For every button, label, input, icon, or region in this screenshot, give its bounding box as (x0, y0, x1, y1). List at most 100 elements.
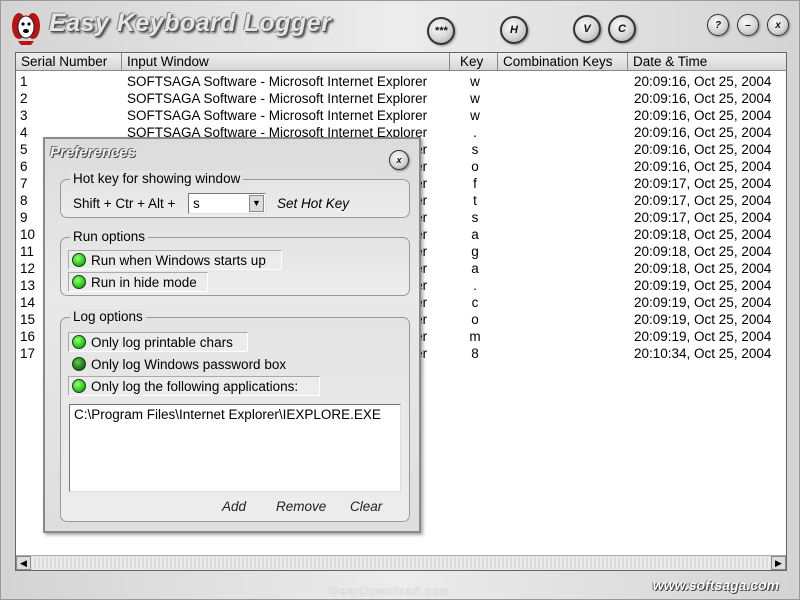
help-button[interactable]: ? (707, 14, 729, 36)
prefs-close-button[interactable]: x (389, 150, 409, 170)
run-on-startup-toggle[interactable]: Run when Windows starts up (68, 250, 282, 270)
led-on-icon (72, 379, 86, 393)
col-serial-number[interactable]: Serial Number (16, 53, 122, 71)
row-combination-keys (504, 311, 632, 328)
footer-url[interactable]: www.softsaga.com (653, 577, 779, 593)
row-serial: 3 (20, 108, 28, 123)
run-hide-mode-label: Run in hide mode (91, 274, 197, 290)
app-title: Easy Keyboard Logger (49, 9, 332, 37)
hotkey-group: Hot key for showing window Shift + Ctr +… (60, 171, 410, 218)
led-on-icon (72, 275, 86, 289)
log-options-title: Log options (70, 309, 146, 325)
scroll-right-icon[interactable]: ▶ (771, 556, 786, 570)
row-date-time: 20:09:16, Oct 25, 2004 (634, 108, 772, 123)
list-item[interactable]: C:\Program Files\Internet Explorer\IEXPL… (74, 407, 396, 422)
row-date-time: 20:09:18, Oct 25, 2004 (634, 244, 772, 259)
run-options-group: Run options Run when Windows starts up R… (60, 229, 410, 296)
row-combination-keys (504, 90, 632, 107)
row-key: w (470, 74, 480, 89)
minimize-button[interactable]: – (737, 14, 759, 36)
row-serial: 2 (20, 91, 28, 106)
row-combination-keys (504, 141, 632, 158)
stars-button[interactable]: *** (427, 17, 455, 45)
row-date-time: 20:09:16, Oct 25, 2004 (634, 159, 772, 174)
row-key: s (471, 142, 479, 157)
led-dim-icon (72, 357, 86, 371)
row-combination-keys (504, 260, 632, 277)
log-password-label: Only log Windows password box (91, 356, 287, 372)
table-row[interactable]: 2 SOFTSAGA Software - Microsoft Internet … (16, 90, 786, 107)
row-date-time: 20:09:17, Oct 25, 2004 (634, 210, 772, 225)
set-hotkey-button[interactable]: Set Hot Key (277, 196, 349, 211)
log-apps-toggle[interactable]: Only log the following applications: (68, 376, 320, 396)
row-date-time: 20:09:16, Oct 25, 2004 (634, 74, 772, 89)
chevron-down-icon[interactable]: ▼ (249, 195, 264, 212)
row-combination-keys (504, 73, 632, 90)
row-serial: 1 (20, 74, 28, 89)
row-key: a (471, 261, 479, 276)
row-key: o (471, 312, 479, 327)
row-key: t (473, 193, 477, 208)
row-date-time: 20:09:19, Oct 25, 2004 (634, 312, 772, 327)
row-date-time: 20:09:18, Oct 25, 2004 (634, 227, 772, 242)
row-combination-keys (504, 209, 632, 226)
log-printable-toggle[interactable]: Only log printable chars (68, 332, 248, 352)
row-date-time: 20:09:19, Oct 25, 2004 (634, 329, 772, 344)
row-key: . (473, 125, 477, 140)
c-button[interactable]: C (608, 15, 636, 43)
applications-list[interactable]: C:\Program Files\Internet Explorer\IEXPL… (69, 404, 401, 492)
row-date-time: 20:09:19, Oct 25, 2004 (634, 295, 772, 310)
row-combination-keys (504, 175, 632, 192)
col-date-time[interactable]: Date & Time (628, 53, 786, 71)
row-combination-keys (504, 328, 632, 345)
row-combination-keys (504, 226, 632, 243)
close-button[interactable]: x (767, 14, 789, 36)
table-row[interactable]: 1 SOFTSAGA Software - Microsoft Internet … (16, 73, 786, 90)
row-key: f (473, 176, 477, 191)
row-key: 8 (471, 346, 479, 361)
row-input-window: SOFTSAGA Software - Microsoft Internet E… (127, 91, 428, 106)
hotkey-modifiers-label: Shift + Ctr + Alt + (73, 196, 176, 211)
hotkey-select[interactable]: s ▼ (188, 193, 266, 214)
row-combination-keys (504, 277, 632, 294)
row-input-window: SOFTSAGA Software - Microsoft Internet E… (127, 108, 428, 123)
horizontal-scrollbar[interactable]: ◀ ▶ (16, 555, 786, 570)
led-on-icon (72, 335, 86, 349)
row-key: o (471, 159, 479, 174)
row-input-window: SOFTSAGA Software - Microsoft Internet E… (127, 74, 428, 89)
run-hide-mode-toggle[interactable]: Run in hide mode (68, 272, 208, 292)
led-on-icon (72, 253, 86, 267)
scroll-track[interactable] (32, 558, 770, 568)
log-options-group: Log options Only log printable chars Onl… (60, 309, 410, 522)
col-input-window[interactable]: Input Window (122, 53, 450, 71)
row-combination-keys (504, 158, 632, 175)
preferences-title: Preferences (50, 144, 136, 161)
run-options-title: Run options (70, 229, 149, 245)
row-key: c (471, 295, 479, 310)
table-row[interactable]: 3 SOFTSAGA Software - Microsoft Internet … (16, 107, 786, 124)
h-button[interactable]: H (500, 16, 528, 44)
row-combination-keys (504, 345, 632, 362)
clear-button[interactable]: Clear (350, 499, 382, 514)
row-key: g (471, 244, 479, 259)
row-key: w (470, 91, 480, 106)
log-password-toggle[interactable]: Only log Windows password box (68, 354, 308, 374)
row-combination-keys (504, 294, 632, 311)
scroll-left-icon[interactable]: ◀ (16, 556, 31, 570)
preferences-dialog: Preferences x Hot key for showing window… (43, 137, 421, 533)
row-date-time: 20:09:19, Oct 25, 2004 (634, 278, 772, 293)
remove-button[interactable]: Remove (276, 499, 326, 514)
col-key[interactable]: Key (450, 53, 498, 71)
row-key: w (470, 108, 480, 123)
row-combination-keys (504, 192, 632, 209)
v-button[interactable]: V (573, 15, 601, 43)
row-date-time: 20:09:16, Oct 25, 2004 (634, 91, 772, 106)
app-window: Easy Keyboard Logger *** H V C ? – x Ser… (0, 0, 800, 600)
row-date-time: 20:09:17, Oct 25, 2004 (634, 176, 772, 191)
col-combination-keys[interactable]: Combination Keys (498, 53, 628, 71)
row-key: a (471, 227, 479, 242)
row-combination-keys (504, 243, 632, 260)
add-button[interactable]: Add (222, 499, 246, 514)
row-combination-keys (504, 107, 632, 124)
log-apps-label: Only log the following applications: (91, 378, 299, 394)
